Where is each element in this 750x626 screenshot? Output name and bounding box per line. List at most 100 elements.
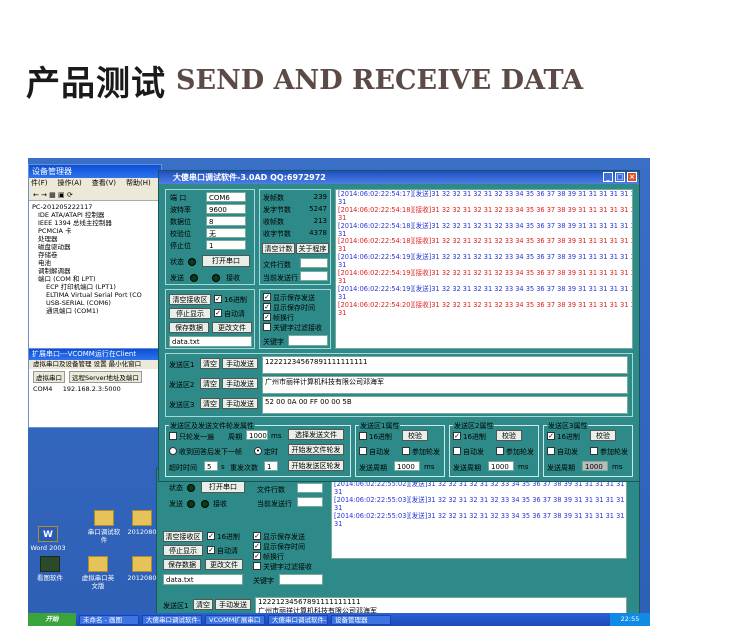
menu-action[interactable]: 操作(A) <box>58 178 82 189</box>
stop-display-button[interactable]: 停止显示 <box>163 545 203 556</box>
start-button[interactable]: 开始 <box>28 613 76 626</box>
tree-item[interactable]: PC-201205222117 <box>32 203 158 211</box>
manual-send-button[interactable]: 手动发送 <box>222 358 258 369</box>
send-area-1-field[interactable]: 12221234567891111111111 <box>262 356 628 374</box>
minimize-icon[interactable]: _ <box>603 172 613 182</box>
attr-join-checkbox[interactable] <box>590 447 598 455</box>
attr-period-field[interactable]: 1000 <box>582 461 608 471</box>
menu-file[interactable]: 件(F) <box>31 178 48 189</box>
opt-checkbox[interactable]: ✓ <box>263 303 271 311</box>
file-rows-field[interactable] <box>300 258 328 268</box>
opt-checkbox[interactable] <box>263 323 271 331</box>
auto-clear-checkbox[interactable]: ✓ <box>214 309 222 317</box>
keyword-field[interactable] <box>279 574 323 585</box>
about-button[interactable]: 关于程序 <box>296 243 329 254</box>
hex16-checkbox[interactable]: ✓ <box>214 295 222 303</box>
baud-select[interactable]: 9600 <box>206 204 246 214</box>
stopbits-select[interactable]: 1 <box>206 240 246 250</box>
attr-period-field[interactable]: 1000 <box>394 461 420 471</box>
maximize-icon[interactable]: □ <box>615 172 625 182</box>
vcomm-menu[interactable]: 虚拟串口及设备管理 设置 最小化窗口 <box>29 360 161 369</box>
send-once-checkbox[interactable] <box>169 432 177 440</box>
receive-log-2[interactable]: [2014:06:02:22:55:02][发送]31 32 32 31 32 … <box>331 479 627 559</box>
hex16-checkbox[interactable]: ✓ <box>207 532 215 540</box>
desktop-icon-word[interactable]: W Word 2003 <box>30 526 66 552</box>
clear-count-button[interactable]: 清空计数 <box>262 243 295 254</box>
manual-send-button[interactable]: 手动发送 <box>215 599 251 610</box>
send-area-3-field[interactable]: 52 00 0A 00 FF 00 00 5B <box>262 396 628 414</box>
attr-join-checkbox[interactable] <box>402 447 410 455</box>
auto-clear-checkbox[interactable]: ✓ <box>207 546 215 554</box>
desktop-icon-folder2[interactable]: 2012080 <box>124 556 160 582</box>
tree-item[interactable]: 电池 <box>32 259 158 267</box>
recv-reply-radio[interactable] <box>169 447 177 455</box>
desktop-icon-vserial[interactable]: 虚拟串口英文版 <box>80 556 116 590</box>
tree-item[interactable]: ELTIMA Virtual Serial Port (CO <box>32 291 158 299</box>
tree-item[interactable]: 端口 (COM 和 LPT) <box>32 275 158 283</box>
tree-item[interactable]: 调制解调器 <box>32 267 158 275</box>
desktop-icon-folder[interactable]: 2012080 <box>124 510 160 536</box>
tree-item[interactable]: IDE ATA/ATAPI 控制器 <box>32 211 158 219</box>
clear-button[interactable]: 清空 <box>200 358 220 369</box>
vcomm-col-remote[interactable]: 远程Server地址及端口 <box>69 371 142 383</box>
manual-send-button[interactable]: 手动发送 <box>222 378 258 389</box>
file-name-field[interactable]: data.txt <box>163 574 243 585</box>
opt-checkbox[interactable]: ✓ <box>253 532 261 540</box>
tree-item[interactable]: 存储卷 <box>32 251 158 259</box>
vcomm-col-port[interactable]: 虚拟串口 <box>33 371 65 383</box>
clear-button[interactable]: 清空 <box>193 599 213 610</box>
change-file-button[interactable]: 更改文件 <box>205 559 243 570</box>
tree-item[interactable]: 磁盘驱动器 <box>32 243 158 251</box>
opt-checkbox[interactable]: ✓ <box>253 552 261 560</box>
attr-auto-checkbox[interactable] <box>547 447 555 455</box>
menu-view[interactable]: 查看(V) <box>92 178 116 189</box>
attr-hex-checkbox[interactable] <box>359 432 367 440</box>
select-file-button[interactable]: 选择发送文件 <box>288 429 344 440</box>
taskbar-item[interactable]: 大傻串口调试软件-3... <box>268 614 328 625</box>
start-file-button[interactable]: 开始发文件轮发 <box>288 444 344 455</box>
taskbar-item[interactable]: 未命名 - 画图 <box>79 614 139 625</box>
vcomm-title[interactable]: 扩展串口---VCOMM运行在Client <box>29 349 161 360</box>
tree-item[interactable]: 处理器 <box>32 235 158 243</box>
timeout-field[interactable]: 5 <box>204 461 218 471</box>
taskbar-item[interactable]: VCOMM扩展串口 <box>205 614 265 625</box>
databits-select[interactable]: 8 <box>206 216 246 226</box>
current-row-field[interactable] <box>300 271 328 281</box>
attr-check-button[interactable]: 校验 <box>590 430 616 441</box>
menu-help[interactable]: 帮助(H) <box>126 178 151 189</box>
clear-button[interactable]: 清空 <box>200 398 220 409</box>
parity-select[interactable]: 无 <box>206 228 246 238</box>
opt-checkbox[interactable]: ✓ <box>263 313 271 321</box>
taskbar-item[interactable]: 大傻串口调试软件-3... <box>142 614 202 625</box>
attr-join-checkbox[interactable] <box>496 447 504 455</box>
attr-auto-checkbox[interactable] <box>359 447 367 455</box>
tree-item[interactable]: IEEE 1394 总线主控制器 <box>32 219 158 227</box>
open-port-button[interactable]: 打开串口 <box>201 481 245 493</box>
attr-hex-checkbox[interactable]: ✓ <box>453 432 461 440</box>
file-name-field[interactable]: data.txt <box>169 336 252 347</box>
stop-display-button[interactable]: 停止显示 <box>169 308 211 319</box>
current-row-field[interactable] <box>297 497 323 507</box>
clear-recv-button[interactable]: 清空接收区 <box>163 531 203 542</box>
close-icon[interactable]: × <box>627 172 637 182</box>
tree-item[interactable]: PCMCIA 卡 <box>32 227 158 235</box>
opt-checkbox[interactable] <box>253 562 261 570</box>
receive-log[interactable]: [2014:06:02:22:54:17][发送]31 32 32 31 32 … <box>335 189 633 349</box>
app-title-bar[interactable]: 大傻串口调试软件-3.0AD QQ:6972972 _ □ × <box>159 171 639 184</box>
file-rows-field[interactable] <box>297 483 323 493</box>
attr-check-button[interactable]: 校验 <box>402 430 428 441</box>
desktop-icon-serial-tool[interactable]: 串口调试软件 <box>86 510 122 544</box>
keyword-field[interactable] <box>288 335 328 346</box>
save-data-button[interactable]: 保存数据 <box>169 322 209 333</box>
opt-checkbox[interactable]: ✓ <box>253 542 261 550</box>
desktop-icon-viewer[interactable]: 看图软件 <box>32 556 68 582</box>
port-select[interactable]: COM6 <box>206 192 246 202</box>
opt-checkbox[interactable]: ✓ <box>263 293 271 301</box>
period-field[interactable]: 1000 <box>246 430 268 440</box>
resend-field[interactable]: 1 <box>264 461 278 471</box>
start-cycle-button[interactable]: 开始发送区轮发 <box>288 460 344 471</box>
clear-button[interactable]: 清空 <box>200 378 220 389</box>
send-area-2-field[interactable]: 广州市丽祥计算机科技有限公司邓海军 <box>262 376 628 394</box>
timed-radio[interactable]: • <box>254 447 262 455</box>
attr-check-button[interactable]: 校验 <box>496 430 522 441</box>
